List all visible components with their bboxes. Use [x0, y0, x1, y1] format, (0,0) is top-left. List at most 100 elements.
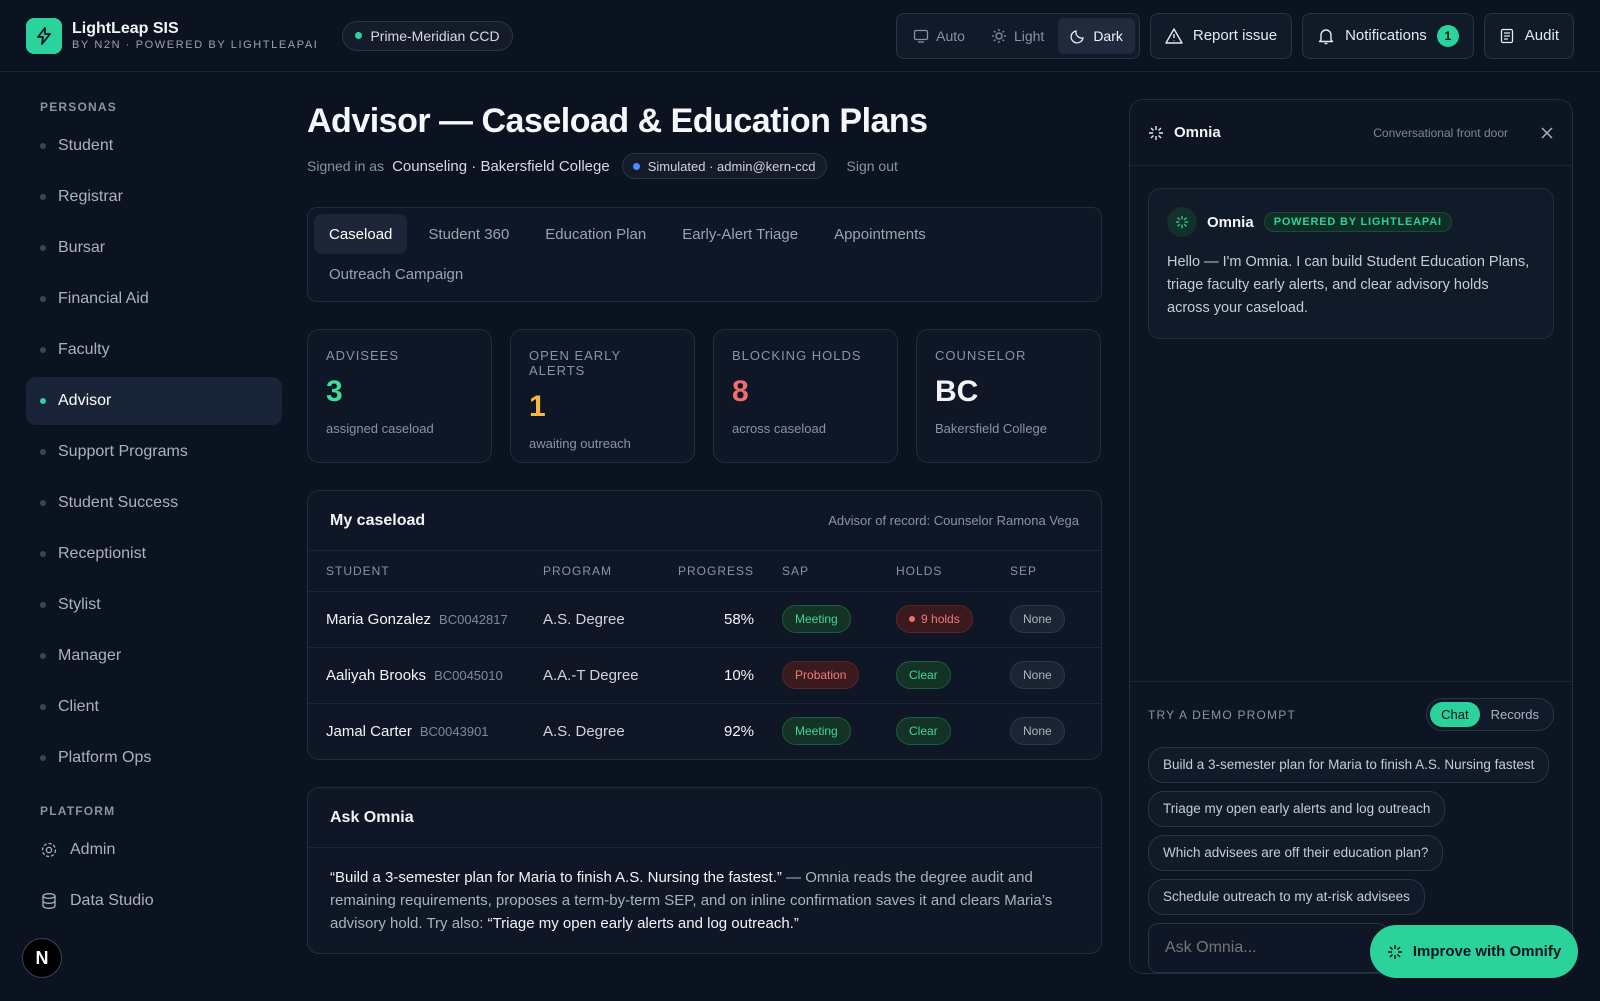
- demo-prompt-chip[interactable]: Build a 3-semester plan for Maria to fin…: [1148, 747, 1550, 783]
- tab-appointments[interactable]: Appointments: [819, 214, 941, 254]
- omnia-greeting: Hello — I'm Omnia. I can build Student E…: [1167, 254, 1530, 316]
- program-cell: A.A.-T Degree: [543, 647, 678, 704]
- report-issue-button[interactable]: Report issue: [1149, 12, 1293, 59]
- mode-records-button[interactable]: Records: [1480, 702, 1550, 727]
- sidebar-item-label: Student Success: [58, 494, 179, 511]
- stat-label: ADVISEES: [326, 348, 400, 363]
- sidebar-item-label: Support Programs: [58, 443, 188, 460]
- stat-label: OPEN EARLY ALERTS: [529, 348, 621, 378]
- sidebar-item-platform-ops[interactable]: Platform Ops: [26, 734, 282, 782]
- column-header[interactable]: STUDENT: [308, 551, 543, 592]
- status-dot-icon: [632, 162, 640, 170]
- environment-selector[interactable]: Prime-Meridian CCD: [342, 20, 513, 51]
- tab-caseload[interactable]: Caseload: [314, 214, 408, 254]
- lightning-logo-icon: [26, 17, 62, 54]
- student-name[interactable]: Jamal Carter: [326, 723, 412, 740]
- example-prompt-2: “Triage my open early alerts and log out…: [487, 915, 799, 932]
- sidebar-item-student-success[interactable]: Student Success: [26, 479, 282, 527]
- table-row[interactable]: Jamal Carter BC0043901 A.S. Degree 92% Me…: [308, 703, 1101, 759]
- close-icon[interactable]: [1540, 126, 1554, 140]
- tab-early-alert-triage[interactable]: Early-Alert Triage: [667, 214, 813, 254]
- sep-status-badge: None: [1010, 717, 1065, 746]
- demo-prompts-section: TRY A DEMO PROMPT Chat Records Build a 3…: [1130, 681, 1572, 915]
- audit-button[interactable]: Audit: [1483, 12, 1574, 59]
- sidebar-item-manager[interactable]: Manager: [26, 632, 282, 680]
- simulated-badge: Simulated · admin@kern-ccd: [621, 153, 827, 179]
- omnia-avatar: [1167, 207, 1197, 237]
- sidebar-item-label: Student: [58, 137, 114, 154]
- n2n-badge[interactable]: N: [22, 938, 62, 978]
- bullet-icon: [40, 398, 46, 404]
- table-row[interactable]: Aaliyah Brooks BC0045010 A.A.-T Degree 10…: [308, 647, 1101, 704]
- demo-prompt-chip[interactable]: Which advisees are off their education p…: [1148, 835, 1444, 871]
- sidebar-item-receptionist[interactable]: Receptionist: [26, 530, 282, 578]
- omnia-subtitle: Conversational front door: [1373, 125, 1508, 140]
- tab-outreach-campaign[interactable]: Outreach Campaign: [314, 254, 478, 294]
- mode-chat-button[interactable]: Chat: [1430, 702, 1480, 727]
- sidebar-item-label: Registrar: [58, 188, 123, 205]
- column-header[interactable]: SAP: [782, 551, 897, 592]
- caseload-table: STUDENT PROGRAM PROGRESS SAP HOLDS SEP M…: [308, 551, 1101, 759]
- sidebar-item-stylist[interactable]: Stylist: [26, 581, 282, 629]
- sign-out-link[interactable]: Sign out: [847, 158, 898, 174]
- column-header[interactable]: HOLDS: [896, 551, 1011, 592]
- platform-heading: PLATFORM: [40, 804, 116, 818]
- theme-dark-button[interactable]: Dark: [1058, 17, 1135, 54]
- tab-student-360[interactable]: Student 360: [413, 214, 524, 254]
- notifications-button[interactable]: Notifications 1: [1302, 12, 1474, 59]
- holds-badge[interactable]: 9 holds: [896, 605, 973, 633]
- student-name[interactable]: Aaliyah Brooks: [326, 667, 426, 684]
- moon-icon: [1070, 29, 1085, 44]
- tab-education-plan[interactable]: Education Plan: [530, 214, 661, 254]
- sidebar-item-bursar[interactable]: Bursar: [26, 224, 282, 272]
- tab-bar: Caseload Student 360 Education Plan Earl…: [307, 207, 1102, 302]
- main-content: Advisor — Caseload & Education Plans Sig…: [307, 72, 1102, 954]
- holds-label: 9 holds: [921, 612, 960, 626]
- sidebar-item-faculty[interactable]: Faculty: [26, 326, 282, 374]
- bullet-icon: [40, 653, 46, 659]
- bullet-icon: [40, 143, 46, 149]
- sidebar-item-client[interactable]: Client: [26, 683, 282, 731]
- theme-dark-label: Dark: [1093, 27, 1123, 44]
- sidebar-item-registrar[interactable]: Registrar: [26, 173, 282, 221]
- demo-prompts-heading: TRY A DEMO PROMPT: [1148, 707, 1296, 722]
- bullet-icon: [40, 704, 46, 710]
- sap-status-badge: Probation: [782, 661, 860, 689]
- sidebar-item-support-programs[interactable]: Support Programs: [26, 428, 282, 476]
- demo-prompt-chip[interactable]: Schedule outreach to my at-risk advisees: [1148, 879, 1425, 915]
- sidebar-item-advisor[interactable]: Advisor: [26, 377, 282, 425]
- demo-prompt-chip[interactable]: Triage my open early alerts and log outr…: [1148, 791, 1446, 827]
- bullet-icon: [40, 449, 46, 455]
- stat-label: COUNSELOR: [935, 348, 1027, 363]
- column-header[interactable]: SEP: [1010, 551, 1101, 592]
- ask-omnia-input[interactable]: [1148, 923, 1388, 973]
- theme-auto-button[interactable]: Auto: [901, 18, 977, 54]
- signed-in-row: Signed in as Counseling · Bakersfield Co…: [307, 153, 1102, 179]
- sidebar-item-admin[interactable]: Admin: [26, 826, 282, 874]
- omnia-title: Omnia: [1174, 124, 1221, 141]
- theme-light-button[interactable]: Light: [979, 18, 1056, 54]
- table-row[interactable]: Maria Gonzalez BC0042817 A.S. Degree 58% …: [308, 591, 1101, 648]
- sun-icon: [991, 28, 1006, 43]
- ask-omnia-header: Ask Omnia: [308, 788, 1101, 848]
- improve-with-omnify-button[interactable]: Improve with Omnify: [1370, 925, 1578, 978]
- sparkle-icon: [1175, 215, 1189, 229]
- sap-status-badge: Meeting: [782, 605, 851, 633]
- sidebar-item-financial-aid[interactable]: Financial Aid: [26, 275, 282, 323]
- improve-label: Improve with Omnify: [1412, 943, 1562, 960]
- sidebar-item-data-studio[interactable]: Data Studio: [26, 877, 282, 925]
- progress-cell: 10%: [678, 647, 783, 704]
- sidebar-item-student[interactable]: Student: [26, 122, 282, 170]
- advisor-of-record: Advisor of record: Counselor Ramona Vega: [828, 513, 1079, 528]
- omnia-message: Omnia POWERED BY LIGHTLEAPAI Hello — I'm…: [1148, 188, 1554, 339]
- status-dot-icon: [355, 32, 363, 39]
- sap-status-badge: Meeting: [782, 717, 851, 746]
- stat-counselor: COUNSELOR BC Bakersfield College: [916, 329, 1101, 463]
- student-name[interactable]: Maria Gonzalez: [326, 611, 431, 628]
- progress-cell: 58%: [678, 591, 783, 648]
- column-header[interactable]: PROGRAM: [543, 551, 678, 592]
- sidebar-item-label: Client: [58, 698, 99, 715]
- report-issue-label: Report issue: [1192, 27, 1278, 44]
- sep-status-badge: None: [1010, 605, 1065, 633]
- column-header[interactable]: PROGRESS: [678, 551, 783, 592]
